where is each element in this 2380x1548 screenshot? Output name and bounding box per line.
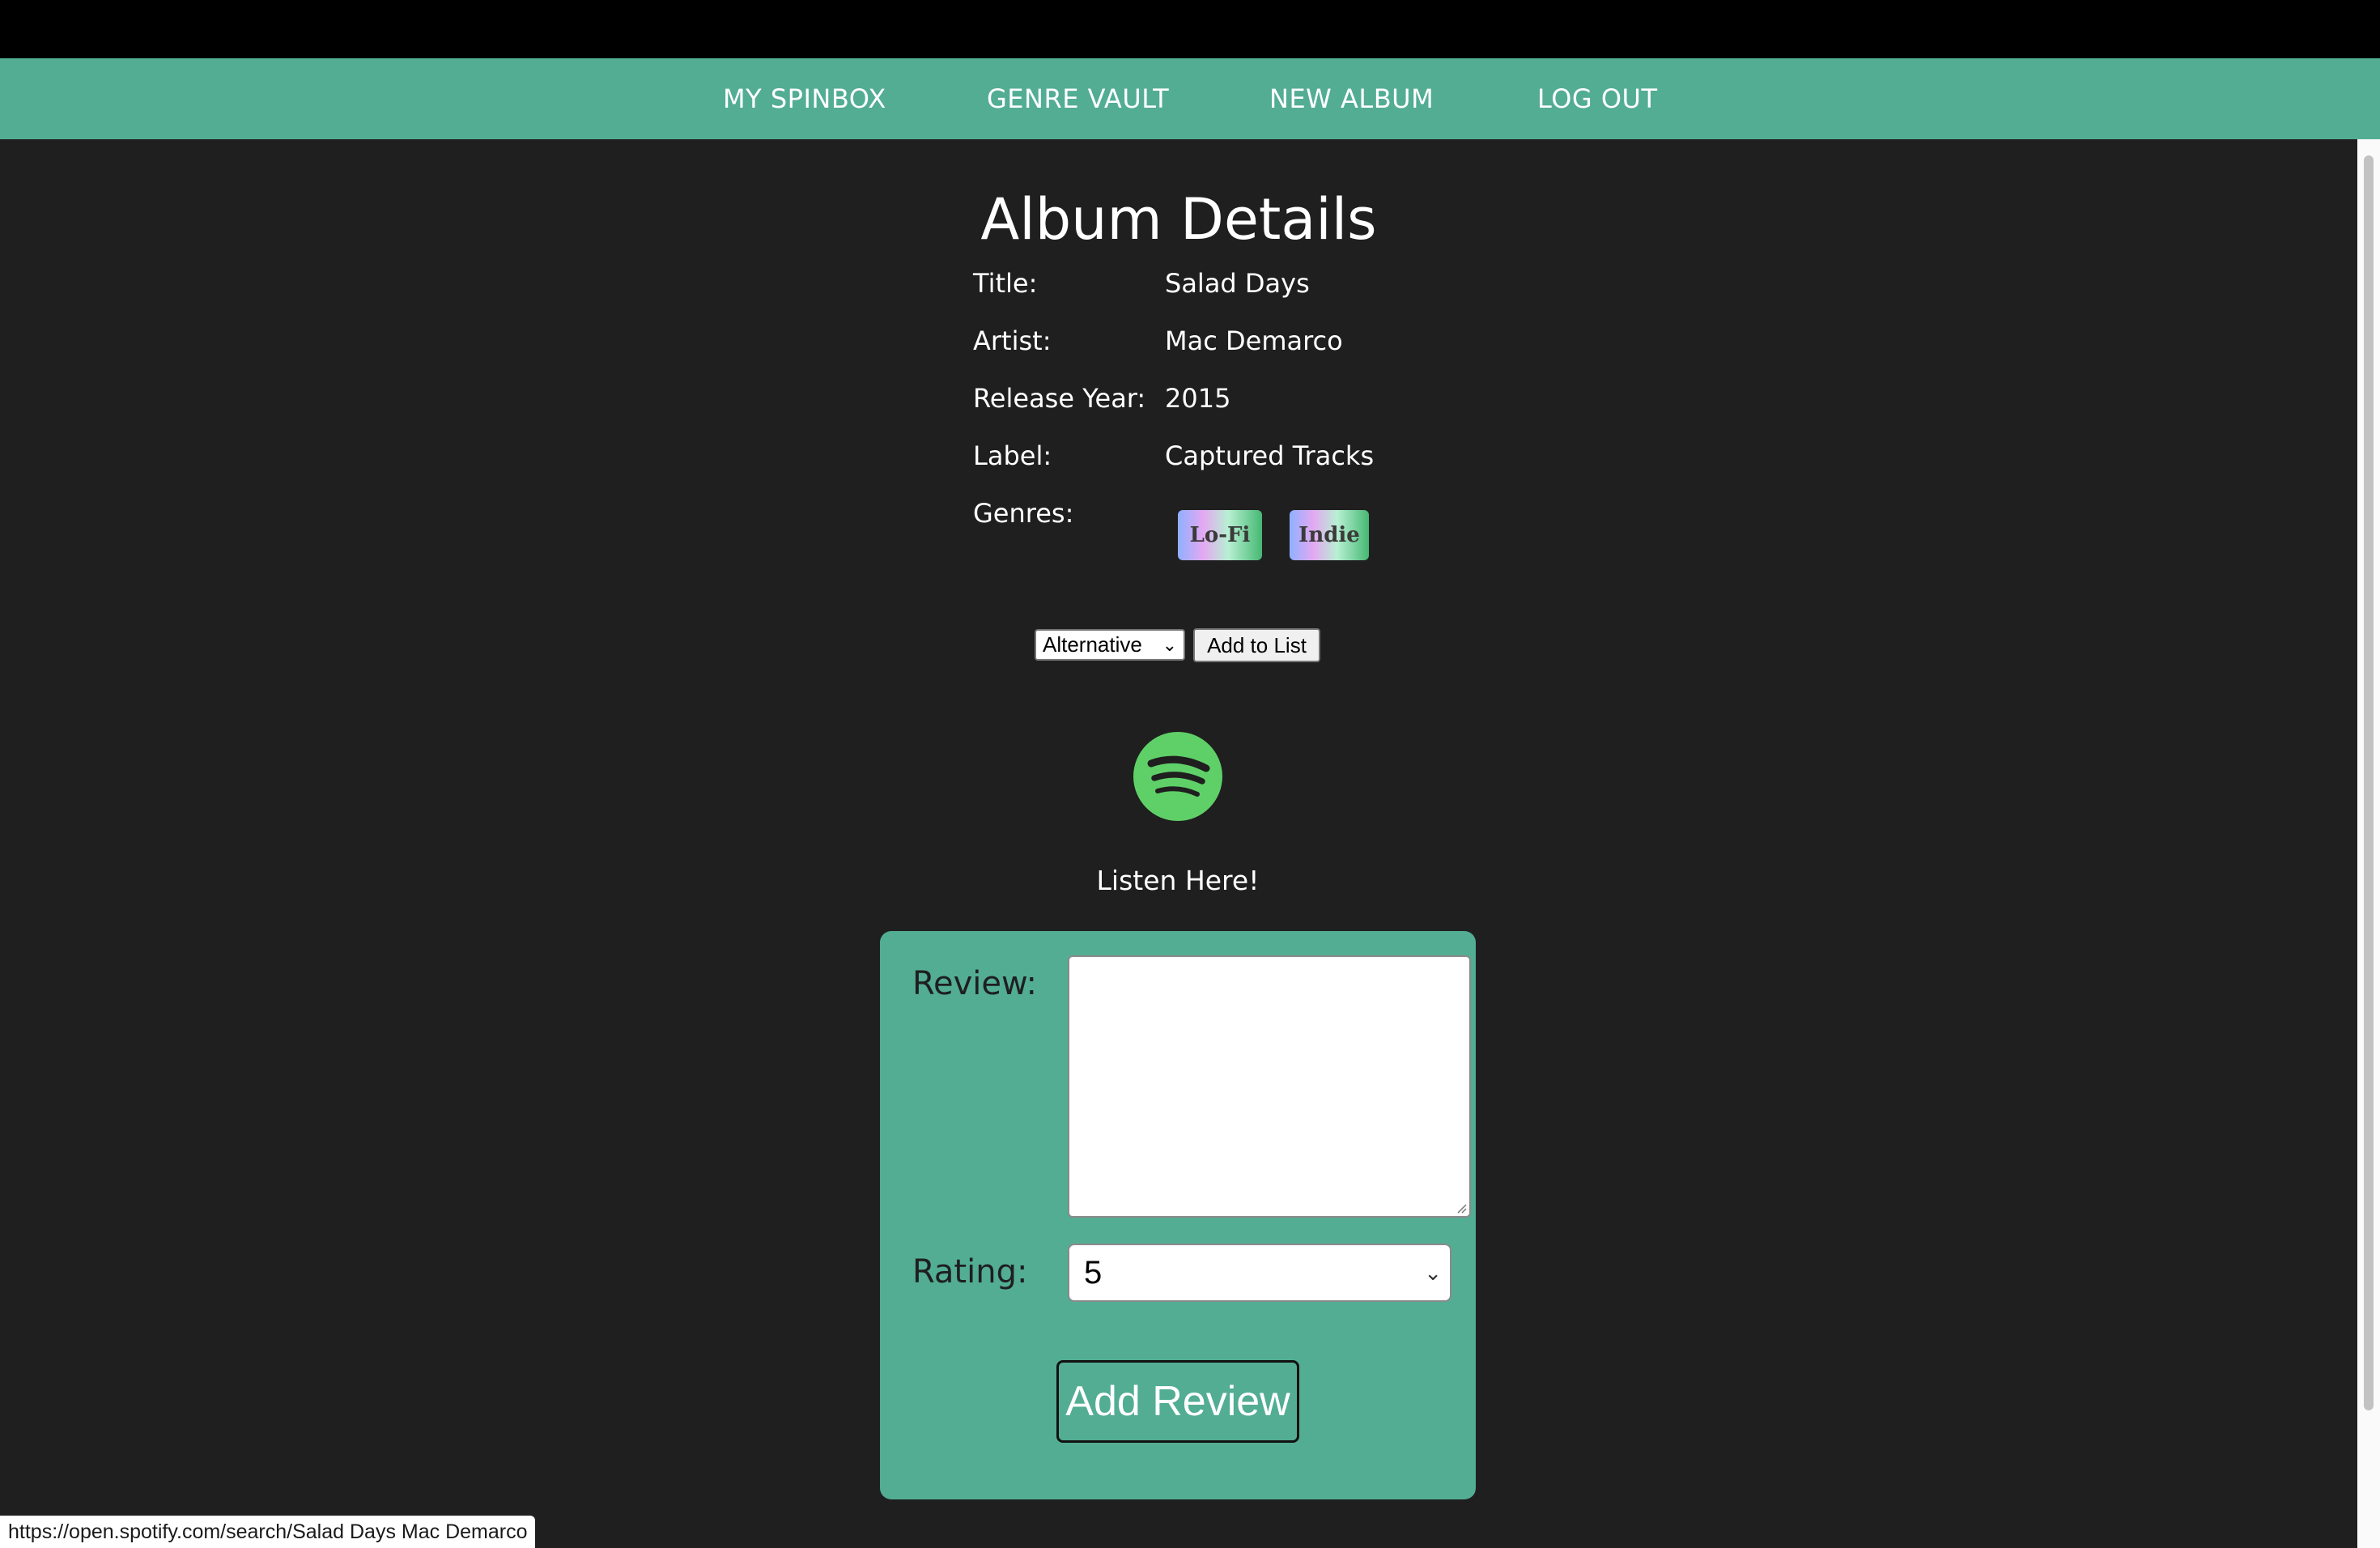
record-label-label: Label: (973, 440, 1052, 471)
add-review-button[interactable]: Add Review (1056, 1360, 1299, 1443)
release-year-label: Release Year: (973, 383, 1146, 414)
listen-here-link[interactable]: Listen Here! (1020, 863, 1336, 899)
genres-label: Genres: (973, 498, 1074, 529)
genre-select[interactable]: Alternative ⌄ (1035, 629, 1185, 661)
rating-select-value: 5 (1084, 1255, 1103, 1291)
status-bar-url: https://open.spotify.com/search/Salad Da… (0, 1516, 536, 1548)
title-value: Salad Days (1165, 268, 1310, 299)
browser-top-bar (0, 0, 2380, 58)
review-form: Review: Rating: 5 ⌄ Add Review (880, 931, 1476, 1499)
spotify-icon[interactable] (1133, 732, 1222, 821)
artist-label: Artist: (973, 325, 1052, 356)
genre-select-value: Alternative (1043, 632, 1142, 657)
review-label: Review: (912, 965, 1038, 1002)
release-year-value: 2015 (1165, 383, 1231, 414)
main-nav: MY SPINBOX GENRE VAULT NEW ALBUM LOG OUT (0, 58, 2380, 139)
record-label-value: Captured Tracks (1165, 440, 1375, 471)
chevron-down-icon: ⌄ (1162, 635, 1177, 655)
rating-select[interactable]: 5 ⌄ (1068, 1244, 1451, 1302)
title-label: Title: (973, 268, 1038, 299)
genre-badge-indie[interactable]: Indie (1290, 510, 1369, 560)
nav-new-album[interactable]: NEW ALBUM (1269, 58, 1434, 139)
rating-label: Rating: (912, 1253, 1028, 1291)
nav-my-spinbox[interactable]: MY SPINBOX (723, 58, 886, 139)
nav-log-out[interactable]: LOG OUT (1537, 58, 1658, 139)
page-scrollbar[interactable] (2357, 139, 2380, 1548)
nav-genre-vault[interactable]: GENRE VAULT (987, 58, 1169, 139)
chevron-down-icon: ⌄ (1424, 1261, 1442, 1285)
scrollbar-thumb[interactable] (2364, 155, 2374, 1410)
page-title: Album Details (980, 186, 1377, 253)
genre-badge-lofi[interactable]: Lo-Fi (1178, 510, 1262, 560)
artist-value: Mac Demarco (1165, 325, 1343, 356)
review-textarea[interactable] (1068, 955, 1471, 1218)
resize-grip-icon[interactable] (1456, 1202, 1467, 1214)
add-to-list-button[interactable]: Add to List (1193, 628, 1320, 662)
